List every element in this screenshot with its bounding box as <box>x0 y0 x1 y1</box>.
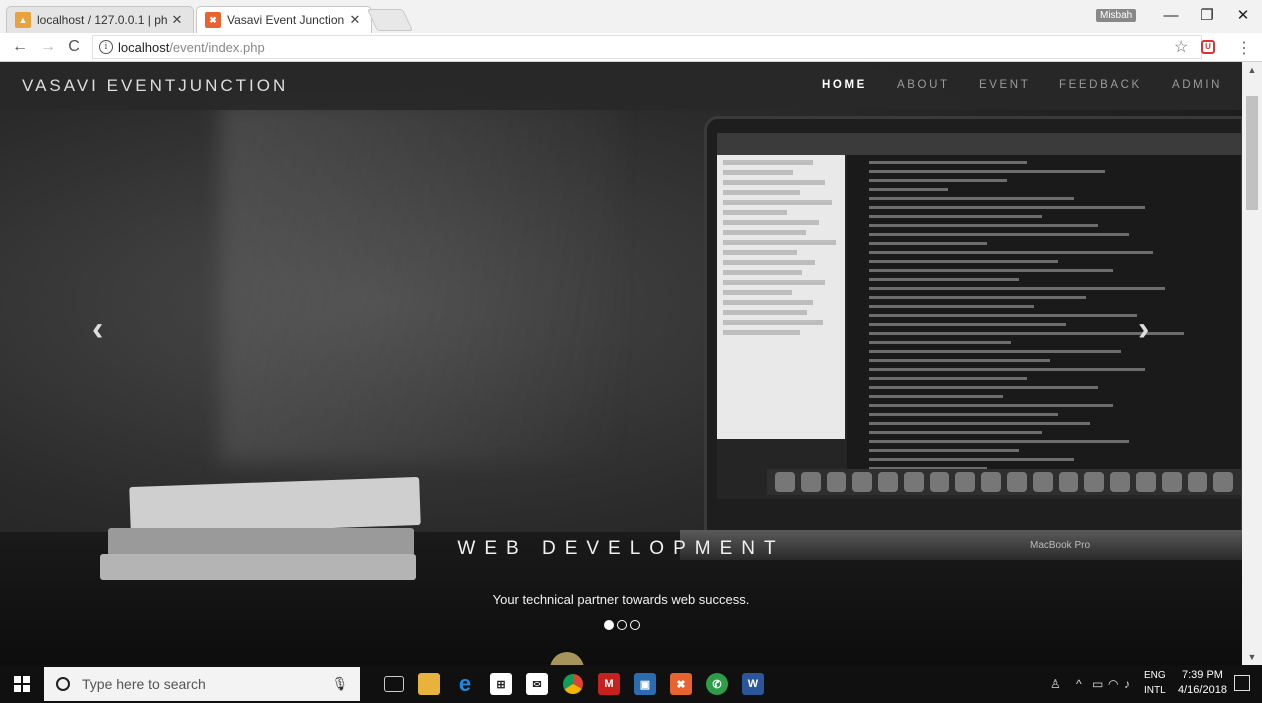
notifications-icon[interactable] <box>1234 675 1250 691</box>
address-bar-row: ← → C i localhost/event/index.php ☆ U ⋮ <box>0 33 1262 62</box>
url-input[interactable]: i localhost/event/index.php <box>92 35 1202 59</box>
site-navbar: VASAVI EVENTJUNCTION HOME ABOUT EVENT FE… <box>0 62 1242 110</box>
lang-top: ENG <box>1144 670 1166 681</box>
whatsapp-icon[interactable]: ✆ <box>706 673 728 695</box>
new-tab-button[interactable] <box>366 9 414 31</box>
laptop-dock <box>767 469 1241 495</box>
language-indicator[interactable]: ENG INTL <box>1144 668 1166 698</box>
hero-carousel: MacBook Pro VASAVI EVENTJUNCTION HOME AB… <box>0 62 1244 665</box>
chrome-icon[interactable] <box>562 673 584 695</box>
windows-taskbar: Type here to search 🎙 e ⊞ ✉ M ▣ ✖ ✆ W ♙ … <box>0 665 1262 703</box>
nav-home[interactable]: HOME <box>822 79 867 91</box>
carousel-subtitle: Your technical partner towards web succe… <box>492 592 750 607</box>
nav-event[interactable]: EVENT <box>979 79 1030 91</box>
carousel-prev-icon[interactable]: ‹ <box>92 310 103 349</box>
people-icon[interactable]: ♙ <box>1050 677 1061 691</box>
system-clock[interactable]: 7:39 PM 4/16/2018 <box>1178 668 1227 698</box>
scroll-up-icon[interactable]: ▲ <box>1242 62 1262 78</box>
laptop-screen <box>717 133 1241 499</box>
gmail-icon[interactable]: M <box>598 673 620 695</box>
carousel-dot-3[interactable] <box>630 620 640 630</box>
hero-background <box>220 102 620 462</box>
windows-logo-icon <box>14 676 30 692</box>
clock-time: 7:39 PM <box>1181 669 1223 681</box>
tray-chevron-icon[interactable]: ^ <box>1076 677 1082 691</box>
xampp-icon: ✖ <box>205 12 221 28</box>
book-image <box>129 476 421 536</box>
profile-badge[interactable]: Misbah <box>1096 9 1137 22</box>
menu-kebab-icon[interactable]: ⋮ <box>1236 38 1252 58</box>
mail-icon[interactable]: ✉ <box>526 673 548 695</box>
taskbar-search-placeholder: Type here to search <box>82 676 206 692</box>
store-icon[interactable]: ⊞ <box>490 673 512 695</box>
browser-titlebar: ▲ localhost / 127.0.0.1 | ph ✕ ✖ Vasavi … <box>0 0 1262 33</box>
volume-icon[interactable]: ♪ <box>1124 677 1130 691</box>
nav-feedback[interactable]: FEEDBACK <box>1059 79 1142 91</box>
carousel-next-icon[interactable]: › <box>1138 310 1149 349</box>
site-logo[interactable]: VASAVI EVENTJUNCTION <box>22 76 288 96</box>
minimize-icon[interactable]: — <box>1154 6 1188 26</box>
url-path: /event/index.php <box>169 39 265 55</box>
phpmyadmin-icon: ▲ <box>15 12 31 28</box>
extension-icon[interactable]: U <box>1201 40 1215 54</box>
wifi-icon[interactable]: ◠ <box>1108 677 1118 691</box>
page-scrollbar[interactable]: ▲ ▼ <box>1242 62 1262 665</box>
bookmark-star-icon[interactable]: ☆ <box>1174 37 1188 57</box>
reload-icon[interactable]: C <box>64 37 84 57</box>
nav-admin[interactable]: ADMIN <box>1172 79 1222 91</box>
window-close-icon[interactable]: ✕ <box>1226 6 1260 26</box>
microphone-icon[interactable]: 🎙 <box>331 676 348 692</box>
file-explorer-icon[interactable] <box>418 673 440 695</box>
taskbar-search[interactable]: Type here to search 🎙 <box>44 667 360 701</box>
close-icon[interactable]: ✕ <box>169 12 185 28</box>
task-view-icon[interactable] <box>384 676 404 692</box>
carousel-dot-2[interactable] <box>617 620 627 630</box>
back-icon[interactable]: ← <box>10 37 30 57</box>
xampp-icon[interactable]: ✖ <box>670 673 692 695</box>
battery-icon[interactable]: ▭ <box>1092 677 1103 691</box>
carousel-dot-1[interactable] <box>604 620 614 630</box>
page-viewport: MacBook Pro VASAVI EVENTJUNCTION HOME AB… <box>0 62 1262 665</box>
cortana-icon <box>56 677 70 691</box>
close-icon[interactable]: ✕ <box>347 12 363 28</box>
scroll-down-icon[interactable]: ▼ <box>1242 649 1262 665</box>
info-icon[interactable]: i <box>99 40 113 54</box>
carousel-title: WEB DEVELOPMENT <box>457 538 785 559</box>
scroll-thumb[interactable] <box>1246 96 1258 210</box>
url-host: localhost <box>118 39 170 55</box>
nav-about[interactable]: ABOUT <box>897 79 950 91</box>
clock-date: 4/16/2018 <box>1178 684 1227 696</box>
tab-label: localhost / 127.0.0.1 | ph <box>37 13 168 27</box>
maximize-icon[interactable]: ❐ <box>1190 6 1224 26</box>
tab-phpmyadmin[interactable]: ▲ localhost / 127.0.0.1 | ph ✕ <box>6 6 194 33</box>
edge-icon[interactable]: e <box>454 671 476 696</box>
forward-icon[interactable]: → <box>38 37 58 57</box>
laptop-image <box>704 116 1244 536</box>
start-button[interactable] <box>0 665 44 703</box>
tab-label: Vasavi Event Junction <box>227 13 345 27</box>
tab-vasavi-event[interactable]: ✖ Vasavi Event Junction ✕ <box>196 6 372 33</box>
carousel-indicators <box>604 620 640 630</box>
app-icon[interactable]: ▣ <box>634 673 656 695</box>
word-icon[interactable]: W <box>742 673 764 695</box>
lang-bottom: INTL <box>1144 685 1166 696</box>
